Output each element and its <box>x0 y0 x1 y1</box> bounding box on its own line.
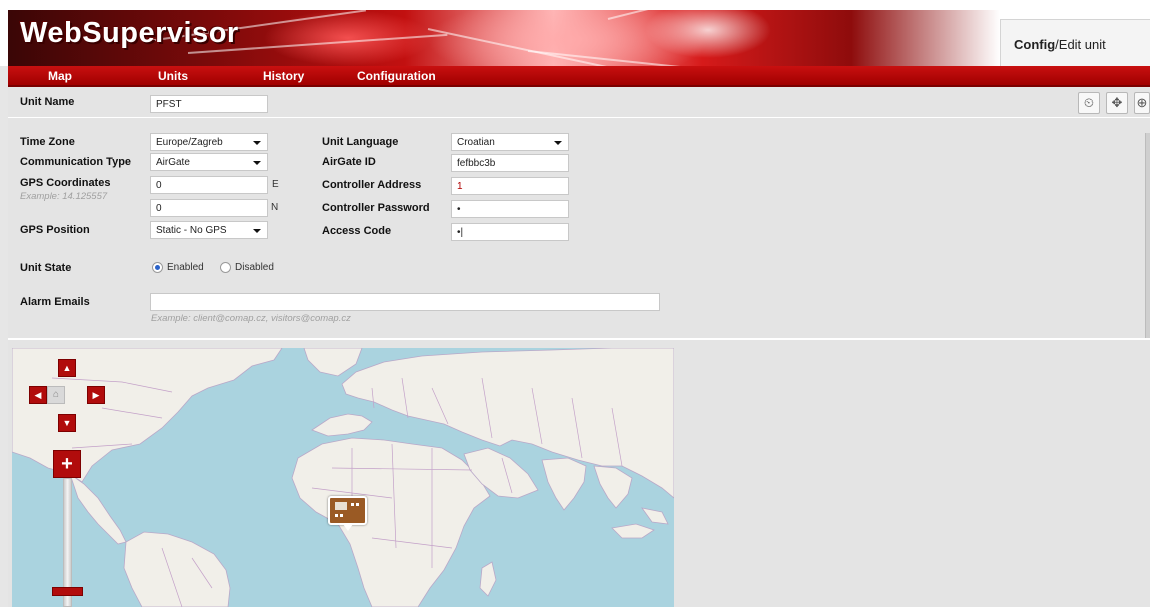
unit-language-label: Unit Language <box>322 136 399 148</box>
move-icon[interactable]: ✥ <box>1106 92 1128 114</box>
pan-right-icon[interactable]: ▶ <box>87 386 105 404</box>
pan-left-icon[interactable]: ◀ <box>29 386 47 404</box>
gps-coordinates-label: GPS Coordinates <box>20 177 111 189</box>
time-zone-value: Europe/Zagreb <box>156 137 223 148</box>
settings-clock-icon[interactable]: ⏲ <box>1078 92 1100 114</box>
app-header: WebSupervisor Config/Edit unit <box>0 0 1150 66</box>
marker-dot <box>351 503 354 506</box>
access-code-label: Access Code <box>322 225 392 237</box>
controller-unit-icon[interactable] <box>328 496 367 531</box>
page-title-rest: /Edit unit <box>1055 37 1106 52</box>
zoom-slider-handle[interactable] <box>52 587 83 596</box>
gps-longitude-input[interactable]: 0 <box>150 176 268 194</box>
chevron-down-icon <box>253 229 261 233</box>
gps-position-label: GPS Position <box>20 224 90 236</box>
disabled-radio-label[interactable]: Disabled <box>235 262 274 273</box>
menu-item-configuration[interactable]: Configuration <box>357 69 436 83</box>
gps-position-value: Static - No GPS <box>156 225 227 236</box>
controller-password-label: Controller Password <box>322 202 430 214</box>
controller-address-input[interactable]: 1 <box>451 177 569 195</box>
main-menu: Map Units History Configuration <box>8 66 1150 85</box>
pan-up-icon[interactable]: ▲ <box>58 359 76 377</box>
home-icon[interactable]: ⌂ <box>47 386 65 404</box>
gps-coordinates-example: Example: 14.125557 <box>20 191 108 202</box>
marker-dot <box>356 503 359 506</box>
zoom-in-button[interactable]: + <box>53 450 81 478</box>
chevron-down-icon <box>253 141 261 145</box>
unit-language-select[interactable]: Croatian <box>451 133 569 151</box>
gps-position-select[interactable]: Static - No GPS <box>150 221 268 239</box>
unit-name-input[interactable]: PFST <box>150 95 268 113</box>
unit-language-value: Croatian <box>457 137 495 148</box>
app-logo: WebSupervisor <box>20 17 239 49</box>
marker-dot <box>340 514 343 517</box>
alarm-emails-input[interactable] <box>150 293 660 311</box>
page-tab: Config/Edit unit <box>1000 19 1150 66</box>
menu-item-history[interactable]: History <box>263 69 304 83</box>
gps-latitude-input[interactable]: 0 <box>150 199 268 217</box>
map-view[interactable] <box>12 348 674 607</box>
time-zone-label: Time Zone <box>20 136 75 148</box>
alarm-emails-label: Alarm Emails <box>20 296 90 308</box>
marker-dot <box>335 514 338 517</box>
access-code-input[interactable]: •| <box>451 223 569 241</box>
enabled-radio-label[interactable]: Enabled <box>167 262 204 273</box>
menu-item-units[interactable]: Units <box>158 69 188 83</box>
pan-down-icon[interactable]: ▼ <box>58 414 76 432</box>
controller-address-label: Controller Address <box>322 179 422 191</box>
airgate-id-label: AirGate ID <box>322 156 376 168</box>
unit-name-label: Unit Name <box>20 96 75 108</box>
longitude-suffix: E <box>272 179 279 190</box>
alarm-emails-example: Example: client@comap.cz, visitors@comap… <box>151 313 351 324</box>
disabled-radio[interactable] <box>220 262 231 273</box>
communication-type-value: AirGate <box>156 157 190 168</box>
chevron-down-icon <box>253 161 261 165</box>
unit-state-label: Unit State <box>20 262 72 274</box>
marker-screen <box>335 502 347 510</box>
page-title-strong: Config <box>1014 37 1056 52</box>
zoom-icon[interactable]: ⊕ <box>1134 92 1150 114</box>
communication-type-label: Communication Type <box>20 156 132 168</box>
time-zone-select[interactable]: Europe/Zagreb <box>150 133 268 151</box>
menu-item-map[interactable]: Map <box>48 69 72 83</box>
page-title: Config/Edit unit <box>1014 37 1106 52</box>
airgate-id-input[interactable]: fefbbc3b <box>451 154 569 172</box>
communication-type-select[interactable]: AirGate <box>150 153 268 171</box>
world-map <box>12 348 674 607</box>
menu-divider <box>8 85 1150 87</box>
controller-password-input[interactable]: • <box>451 200 569 218</box>
chevron-down-icon <box>554 141 562 145</box>
latitude-suffix: N <box>271 202 279 213</box>
enabled-radio[interactable] <box>152 262 163 273</box>
